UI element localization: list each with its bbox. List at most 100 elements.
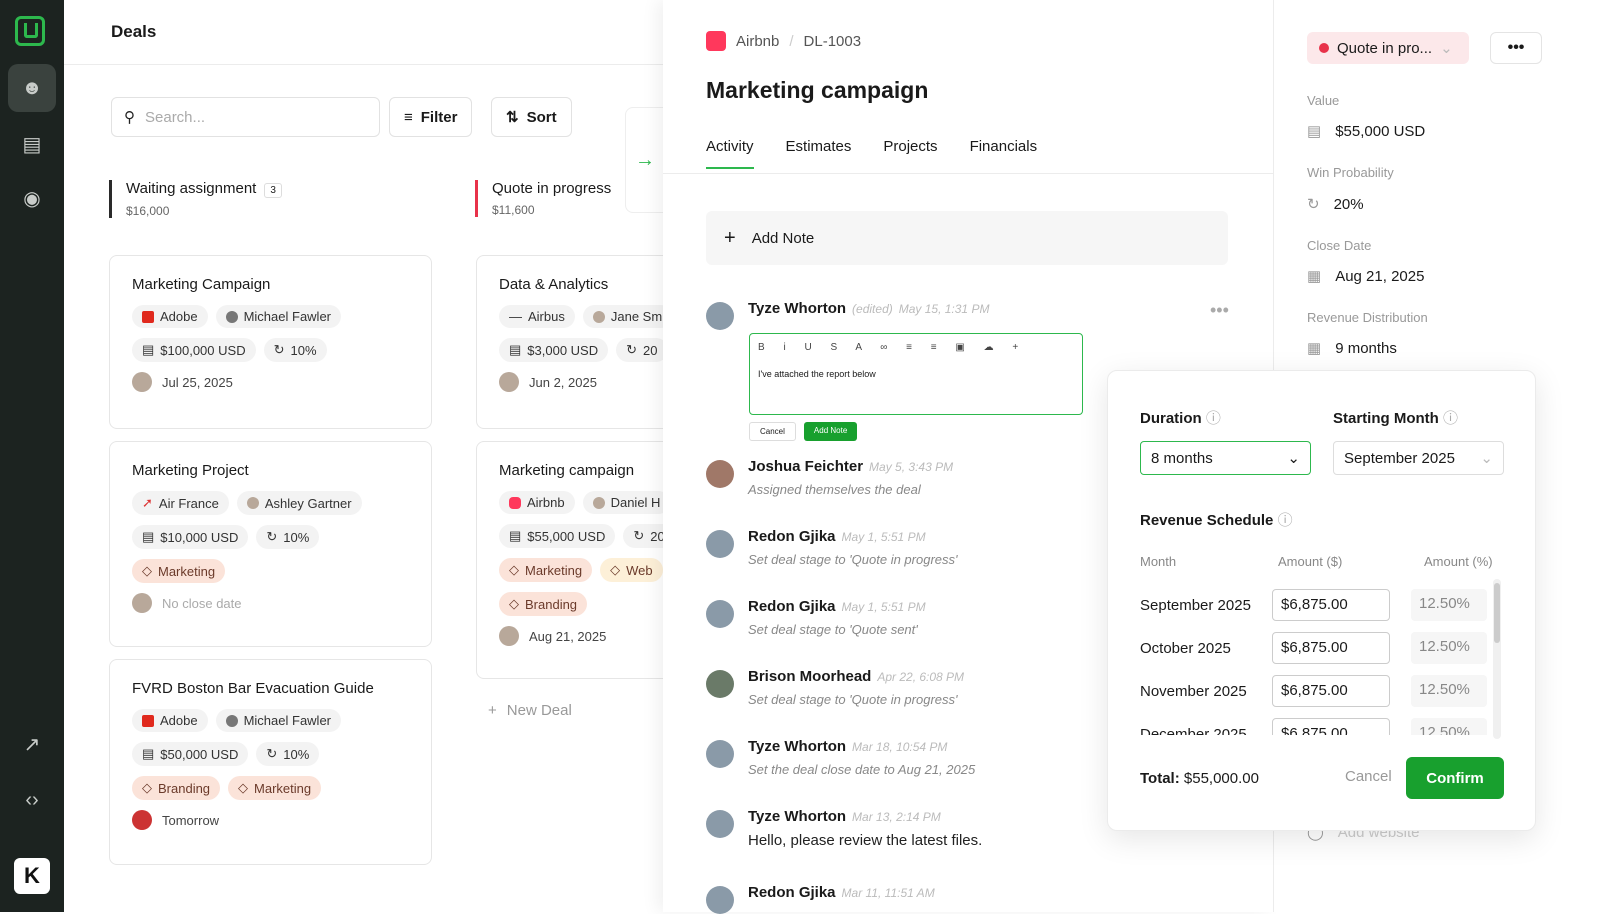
duration-select[interactable]: 8 months ⌄ (1140, 441, 1311, 475)
tab-activity[interactable]: Activity (706, 138, 754, 169)
amount-input[interactable]: $6,875.00 (1272, 675, 1390, 707)
airbnb-logo (509, 496, 521, 509)
cancel-button[interactable]: Cancel (1345, 768, 1392, 785)
money-icon: ▤ (509, 528, 522, 543)
chevron-down-icon: ⌄ (1440, 40, 1453, 57)
sidebar: ☻ ▤ ◉ ↗ ‹› K (0, 0, 64, 912)
avatar (706, 302, 734, 330)
money-icon: ▤ (142, 746, 155, 761)
probability-icon: ↻ (266, 746, 278, 761)
column-header: Waiting assignment 3 $16,000 (109, 180, 282, 218)
more-button[interactable]: ••• (1490, 32, 1542, 64)
search-icon: ⚲ (124, 109, 135, 126)
confirm-button[interactable]: Confirm (1406, 757, 1504, 799)
money-icon: ▤ (1307, 123, 1322, 140)
tag-icon: ◇ (610, 562, 621, 577)
money-icon: ▤ (142, 529, 155, 544)
editor-toolbar: B i U S A ∞ ≡ ≡ ▣ ☁ + (758, 342, 1027, 353)
activity-item: Tyze Whorton (edited) May 15, 1:31 PM (706, 300, 1226, 330)
plus-icon: + (724, 226, 736, 249)
app-logo[interactable] (15, 16, 45, 46)
schedule-table: September 2025 $6,875.00 12.50% October 20… (1108, 589, 1537, 735)
sort-button[interactable]: ⇅ Sort (491, 97, 572, 137)
deal-card[interactable]: Marketing Project ➚ Air France Ashley Gart… (109, 441, 432, 647)
amount-input[interactable]: $6,875.00 (1272, 632, 1390, 664)
probability-icon: ↻ (626, 342, 638, 357)
avatar (499, 626, 519, 646)
info-icon: ⓘ (1277, 512, 1293, 529)
tab-financials[interactable]: Financials (970, 138, 1038, 169)
tag-icon: ◇ (238, 780, 249, 795)
table-row: November 2025 $6,875.00 12.50% (1140, 675, 1500, 709)
contacts-icon[interactable]: ☻ (8, 64, 56, 112)
table-row: September 2025 $6,875.00 12.50% (1140, 589, 1500, 623)
note-editor[interactable]: B i U S A ∞ ≡ ≡ ▣ ☁ + I've attached the r… (749, 333, 1083, 415)
chart-icon[interactable]: ↗ (8, 720, 56, 768)
deal-title: Marketing campaign (706, 77, 929, 103)
close-date-field[interactable]: ▦ Aug 21, 2025 (1307, 267, 1424, 286)
avatar (132, 593, 152, 613)
adobe-logo (142, 310, 154, 323)
stage-select[interactable]: Quote in pro... ⌄ (1307, 32, 1469, 64)
revenue-schedule-label: Revenue Schedule ⓘ (1140, 512, 1293, 529)
avatar (706, 810, 734, 838)
code-icon[interactable]: ‹› (8, 776, 56, 824)
probability-icon: ↻ (1307, 196, 1320, 213)
chevron-down-icon: ⌄ (1287, 450, 1300, 467)
money-icon: ▤ (509, 342, 522, 357)
expand-arrow-icon[interactable]: → (625, 107, 665, 213)
money-icon[interactable]: ◉ (8, 174, 56, 222)
tab-projects[interactable]: Projects (883, 138, 937, 169)
avatar (706, 460, 734, 488)
breadcrumb: Airbnb / DL-1003 (706, 31, 861, 51)
avatar (132, 810, 152, 830)
note-cancel-button[interactable]: Cancel (749, 422, 796, 441)
deal-card[interactable]: FVRD Boston Bar Evacuation Guide Adobe Mi… (109, 659, 432, 865)
tag-icon: ◇ (142, 563, 152, 578)
filter-icon: ≡ (404, 108, 413, 126)
tag-icon: ◇ (509, 596, 519, 611)
filter-button[interactable]: ≡ Filter (389, 97, 473, 137)
amount-input[interactable]: $6,875.00 (1272, 589, 1390, 621)
status-dot (1319, 43, 1329, 53)
deal-card[interactable]: Marketing Campaign Adobe Michael Fawler ▤… (109, 255, 432, 429)
value-field[interactable]: ▤ $55,000 USD (1307, 122, 1425, 141)
calendar-icon: ▦ (1307, 268, 1322, 285)
note-add-button[interactable]: Add Note (803, 422, 858, 441)
revenue-distribution-field[interactable]: ▦ 9 months (1307, 339, 1397, 358)
chevron-down-icon: ⌄ (1480, 450, 1493, 467)
tab-bar: Activity Estimates Projects Financials (706, 138, 1037, 169)
win-probability-field[interactable]: ↻ 20% (1307, 195, 1364, 214)
workspace-logo[interactable]: K (14, 858, 50, 894)
duration-label: Duration ⓘ (1140, 410, 1221, 427)
starting-month-label: Starting Month ⓘ (1333, 410, 1459, 427)
probability-icon: ↻ (273, 342, 285, 357)
deals-board: Deals ⚲ Search... ≡ Filter ⇅ Sort Waiting a… (64, 0, 799, 912)
new-deal-button[interactable]: + New Deal (488, 702, 572, 719)
avatar (706, 670, 734, 698)
tab-estimates[interactable]: Estimates (786, 138, 852, 169)
total: Total: $55,000.00 (1140, 770, 1259, 787)
amount-input[interactable]: $6,875.00 (1272, 718, 1390, 735)
info-icon: ⓘ (1443, 410, 1459, 427)
more-options-icon[interactable]: ••• (1210, 300, 1229, 321)
avatar (499, 372, 519, 392)
avatar (132, 372, 152, 392)
avatar (706, 530, 734, 558)
starting-month-select[interactable]: September 2025 ⌄ (1333, 441, 1504, 475)
avatar (706, 740, 734, 768)
table-row: October 2025 $6,875.00 12.50% (1140, 632, 1500, 666)
avatar (706, 886, 734, 914)
list-icon[interactable]: ▤ (8, 120, 56, 168)
money-icon: ▤ (142, 342, 155, 357)
activity-item: Redon Gjika Mar 11, 11:51 AM (706, 884, 1226, 914)
adobe-logo (142, 714, 154, 727)
airfrance-logo: ➚ (142, 495, 153, 510)
scrollbar[interactable] (1493, 579, 1501, 739)
search-input[interactable]: ⚲ Search... (111, 97, 380, 137)
probability-icon: ↻ (266, 529, 278, 544)
airbus-logo: — (509, 309, 522, 324)
add-note-button[interactable]: + Add Note (706, 211, 1228, 265)
airbnb-logo (706, 31, 726, 51)
tag-icon: ◇ (142, 780, 152, 795)
